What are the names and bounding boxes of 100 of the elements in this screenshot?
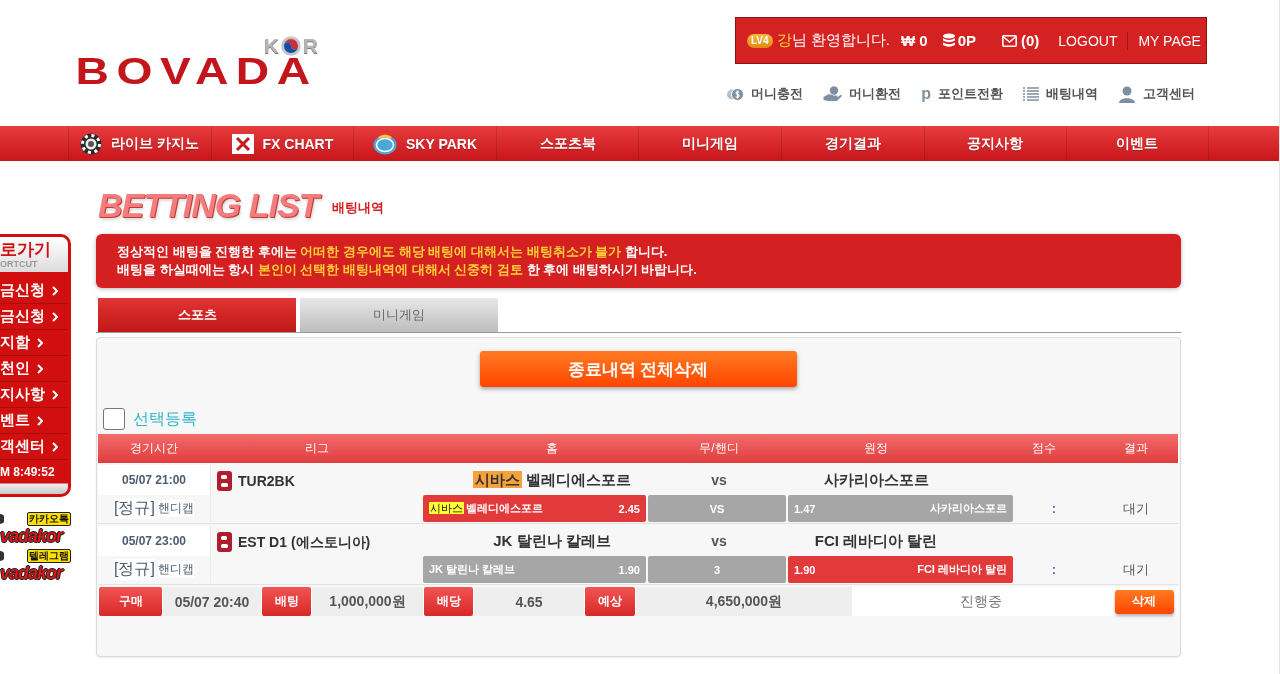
round-icon [0,514,4,524]
delete-all-button[interactable]: 종료내역 전체삭제 [479,351,797,387]
summary-label: 배당 [424,587,473,616]
notice-text: 정상적인 배팅을 진행한 후에는 어떠한 경우에도 해당 배팅에 대해서는 배팅취소가 불가 합니다. [117,243,669,261]
column-header: 점수 [1031,440,1057,457]
delete-button[interactable]: 삭제 [1114,589,1174,614]
coin-stack-icon [942,33,955,48]
nav-item[interactable]: 라이브 카지노 [68,126,211,161]
nav-item[interactable]: 미니게임 [638,126,781,161]
contact-badge: 카카오톡 [27,512,71,526]
home-team-name: 시바스 벨레디에스포르 [472,470,632,490]
column-header: 무/핸디 [698,440,740,457]
chevron-icon [52,389,58,400]
logo-letter: K [263,36,279,56]
market-name: 핸디캡 [157,561,194,578]
nav-item[interactable]: FX CHART [210,126,354,161]
list-icon [1023,87,1039,101]
summary-value: 05/07 20:40 [163,587,261,616]
nav-item[interactable]: 공지사항 [923,126,1067,161]
page-subtitle: 배팅내역 [332,199,385,217]
clock-text: M 8:49:52 [0,464,56,481]
level-badge: LV4 [747,33,773,48]
quick-link[interactable]: 머니환전 [849,85,902,103]
square-logo-icon [231,133,254,154]
column-header: 홈 [545,440,559,457]
league-logo-icon [217,471,232,491]
league-name: TUR2BK [238,472,295,491]
quick-menu-item[interactable]: 금신청 [0,278,68,304]
select-label: 선택등록 [133,408,197,429]
chevron-icon [52,441,58,452]
league-name: EST D1 (에스토니아) [238,533,371,552]
market-name: 핸디캡 [157,500,194,517]
chevron-icon [37,363,43,374]
bet-type: [정규] [114,559,155,580]
home-team-name: JK 탈린나 칼레브 [493,531,611,551]
tab[interactable]: 미니게임 [300,298,498,332]
summary-label: 예상 [585,587,635,616]
quick-link[interactable]: 포인트전환 [938,85,1003,103]
column-header: 경기시간 [129,440,179,457]
message-count: (0) [1021,32,1040,49]
header-link[interactable]: LOGOUT [1058,32,1118,49]
nav-item[interactable]: 이벤트 [1066,126,1209,161]
odds-button[interactable]: 1.90 FCI 레바디아 탈린 [788,556,1013,583]
points-balance: 0P [957,32,976,49]
nav-item[interactable]: SKY PARK [353,126,496,161]
round-icon [0,551,4,561]
notice-text: 배팅을 하실때에는 항시 본인이 선택한 배팅내역에 대해서 신중히 검토 한 후에 배팅하시기 바랍니다. [117,261,698,279]
quick-menu-item[interactable]: 지함 [0,330,68,356]
versus-text: vs [711,472,727,488]
hand-coin-icon [823,86,843,102]
logo-letter: R [302,36,318,56]
poker-chip-icon [80,132,103,155]
odds-button[interactable]: 시바스 벨레디에스포르 2.45 [423,495,646,522]
envelope-icon [1002,34,1017,47]
tab[interactable]: 스포츠 [98,298,296,332]
column-header: 원정 [863,440,889,457]
flag-emblem-icon [280,36,301,56]
summary-value: 1,000,000원 [312,587,423,616]
coins-icon [727,86,745,102]
header-link[interactable]: MY PAGE [1138,32,1201,49]
person-icon [1118,85,1136,103]
chevron-icon [52,311,58,322]
quick-menu-subtitle: ORTCUT [0,258,39,269]
quick-link[interactable]: 배팅내역 [1046,85,1098,103]
nav-item[interactable]: 경기결과 [780,126,924,161]
contact-badge: 텔레그램 [27,549,71,563]
score-text: : [1051,562,1057,577]
point-glyph-icon: p [921,86,931,102]
summary-label: 배팅 [262,587,311,616]
logo-wordmark: BOVADA [76,57,318,87]
summary-label: 구매 [99,587,162,616]
score-text: : [1051,501,1057,516]
quick-menu-title: 로가기 [0,240,52,259]
league-logo-icon [217,532,232,552]
bet-type: [정규] [114,498,155,519]
status-text: 진행중 [959,591,1003,611]
away-team-name: 사카리아스포르 [823,470,929,490]
quick-menu-item[interactable]: 객센터 [0,434,68,460]
away-team-name: FCI 레바디아 탈린 [814,531,938,551]
select-checkbox[interactable] [103,408,125,430]
versus-text: vs [711,533,727,549]
quick-menu-item[interactable]: 지사항 [0,382,68,408]
contact-handle[interactable]: vadakor [0,563,63,583]
quick-link[interactable]: 머니충전 [751,85,804,103]
match-time: 05/07 23:00 [98,526,210,556]
result-text: 대기 [1122,560,1149,579]
match-time: 05/07 21:00 [98,465,210,495]
quick-menu-item[interactable]: 천인 [0,356,68,382]
result-text: 대기 [1122,499,1149,518]
column-header: 결과 [1122,440,1149,457]
welcome-text: 강님 환영합니다. [776,31,890,50]
round-badge-icon [372,132,397,155]
chevron-icon [37,415,43,426]
chevron-icon [37,337,43,348]
nav-item[interactable]: 스포츠북 [495,126,639,161]
summary-value: 4.65 [474,587,584,616]
quick-link[interactable]: 고객센터 [1143,85,1195,103]
quick-menu-item[interactable]: 벤트 [0,408,68,434]
quick-menu-item[interactable]: 금신청 [0,304,68,330]
contact-handle[interactable]: vadakor [0,526,63,546]
